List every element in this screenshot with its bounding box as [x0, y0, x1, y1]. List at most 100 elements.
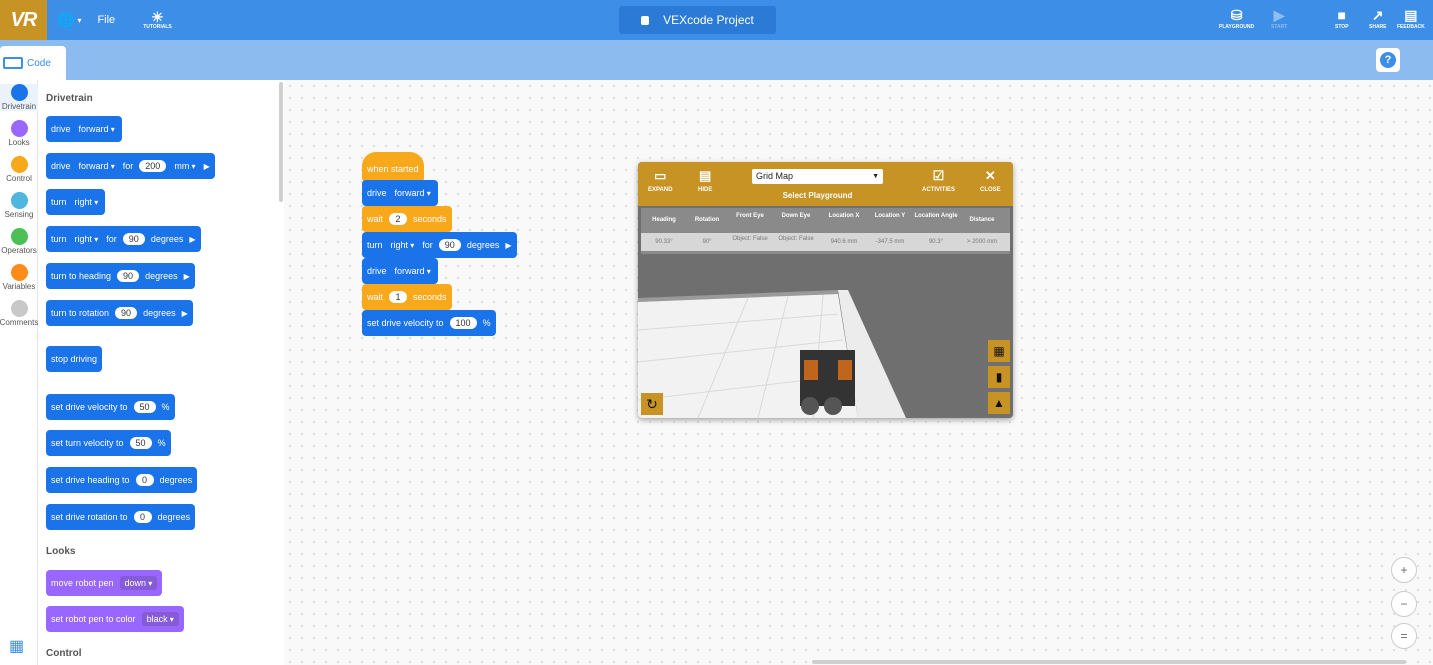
category-sensing[interactable]: Sensing: [0, 192, 38, 219]
block-text: for: [122, 161, 134, 171]
playground-select-value: Grid Map: [756, 171, 794, 181]
play-icon: ▶: [1273, 7, 1285, 23]
category-looks[interactable]: Looks: [0, 120, 38, 147]
value-distance: > 2000 mm: [966, 239, 998, 245]
block-turn-to-heading[interactable]: turn to heading 90 degrees ▶: [46, 263, 195, 289]
script-block-drive[interactable]: drive forward: [362, 180, 438, 206]
block-set-drive-velocity[interactable]: set drive velocity to 50 %: [46, 394, 175, 420]
block-set-drive-heading[interactable]: set drive heading to 0 degrees: [46, 467, 198, 493]
share-label: SHARE: [1369, 24, 1387, 30]
block-set-turn-velocity[interactable]: set turn velocity to 50 %: [46, 430, 171, 456]
header-front-eye: Front Eye: [736, 213, 764, 219]
feedback-button[interactable]: ▤ FEEDBACK: [1397, 6, 1425, 30]
driver-view-icon: ▮: [995, 370, 1003, 384]
script-block-wait-2[interactable]: wait 1 seconds: [362, 284, 452, 310]
3d-scene-view[interactable]: [638, 290, 1013, 418]
stop-button[interactable]: ■ STOP: [1335, 6, 1349, 30]
activities-icon: ☑: [932, 168, 945, 183]
wait-seconds-input[interactable]: 2: [389, 213, 408, 225]
language-menu[interactable]: 🌐 ▾: [57, 12, 81, 29]
zoom-reset-button[interactable]: =: [1391, 623, 1417, 649]
playground-select[interactable]: Grid Map ▼: [752, 169, 883, 184]
block-stop-driving[interactable]: stop driving: [46, 346, 103, 372]
direction-dropdown[interactable]: forward: [77, 124, 117, 134]
direction-dropdown[interactable]: forward: [393, 266, 433, 276]
category-comments[interactable]: Comments: [0, 300, 38, 327]
script-block-wait[interactable]: wait 2 seconds: [362, 206, 452, 232]
block-text: drive: [367, 188, 387, 198]
block-text: seconds: [413, 292, 447, 302]
block-turn[interactable]: turn right: [46, 189, 106, 215]
block-drive[interactable]: drive forward: [46, 116, 122, 142]
velocity-input[interactable]: 50: [133, 401, 156, 413]
block-turn-to-rotation[interactable]: turn to rotation 90 degrees ▶: [46, 300, 193, 326]
comments-dot-icon: [10, 300, 28, 317]
block-when-started[interactable]: when started: [362, 152, 424, 182]
script-block-drive-2[interactable]: drive forward: [362, 258, 438, 284]
top-view-button[interactable]: ▦: [988, 340, 1010, 362]
tutorials-button[interactable]: ☀ TUTORIALS: [143, 10, 172, 30]
block-text: set drive velocity to: [51, 402, 128, 412]
direction-dropdown[interactable]: forward: [77, 161, 117, 171]
heading-input[interactable]: 90: [117, 270, 140, 282]
pen-color-dropdown[interactable]: black: [141, 612, 179, 626]
driver-view-button[interactable]: ▮: [988, 366, 1010, 388]
category-variables[interactable]: Variables: [0, 264, 38, 291]
close-button[interactable]: ✕ CLOSE: [980, 169, 1001, 194]
category-operators[interactable]: Operators: [0, 228, 38, 255]
project-title: VEXcode Project: [663, 13, 754, 27]
tab-code-label: Code: [27, 57, 51, 69]
extensions-icon[interactable]: ▦: [9, 636, 29, 655]
block-drive-for[interactable]: drive forward for 200 mm ▶: [46, 153, 215, 179]
distance-input[interactable]: 200: [139, 160, 167, 172]
category-drivetrain[interactable]: Drivetrain: [0, 84, 38, 111]
block-move-robot-pen[interactable]: move robot pen down: [46, 570, 163, 596]
angle-input[interactable]: 90: [438, 239, 461, 251]
share-button[interactable]: ↗ SHARE: [1369, 6, 1387, 30]
heading-value-input[interactable]: 0: [135, 474, 154, 486]
workspace-scrollbar[interactable]: [812, 660, 1406, 664]
block-text: drive: [51, 124, 71, 134]
start-button[interactable]: ▶ START: [1271, 6, 1287, 30]
block-turn-for[interactable]: turn right for 90 degrees ▶: [46, 226, 201, 252]
wait-seconds-input[interactable]: 1: [389, 291, 408, 303]
robot-wheel: [801, 397, 819, 415]
category-control[interactable]: Control: [0, 156, 38, 183]
activities-button[interactable]: ☑ ACTIVITIES: [922, 168, 955, 194]
help-icon: ?: [1380, 52, 1396, 68]
zoom-out-button[interactable]: −: [1391, 591, 1417, 617]
block-text: set turn velocity to: [51, 438, 124, 448]
playground-header: ▭ EXPAND ▤ HIDE Grid Map ▼ Select Playgr…: [638, 162, 1013, 206]
block-set-drive-rotation[interactable]: set drive rotation to 0 degrees: [46, 504, 196, 530]
turn-velocity-input[interactable]: 50: [129, 437, 152, 449]
follow-view-button[interactable]: ▲: [988, 392, 1010, 414]
playground-button[interactable]: ⛁ PLAYGROUND: [1219, 6, 1254, 30]
tab-code[interactable]: Code: [0, 46, 66, 80]
direction-dropdown[interactable]: forward: [393, 188, 433, 198]
turn-direction-dropdown[interactable]: right: [73, 234, 101, 244]
project-title-field[interactable]: VEXcode Project: [619, 6, 776, 34]
pen-position-dropdown[interactable]: down: [119, 576, 158, 590]
unit-dropdown[interactable]: mm: [172, 161, 197, 171]
help-button[interactable]: ?: [1376, 48, 1400, 72]
hide-button[interactable]: ▤ HIDE: [698, 169, 712, 194]
block-text: set drive velocity to: [367, 318, 444, 328]
script-block-turn-for[interactable]: turn right for 90 degrees ▶: [362, 232, 517, 258]
rotation-value-input[interactable]: 0: [133, 511, 152, 523]
turn-direction-dropdown[interactable]: right: [73, 197, 101, 207]
file-menu[interactable]: File: [97, 14, 115, 26]
rotation-input[interactable]: 90: [115, 307, 138, 319]
script-block-set-drive-velocity[interactable]: set drive velocity to 100 %: [362, 310, 496, 336]
turn-direction-dropdown[interactable]: right: [389, 240, 417, 250]
category-label: Operators: [1, 246, 37, 255]
palette-scrollbar[interactable]: [279, 82, 283, 202]
block-set-pen-color[interactable]: set robot pen to color black: [46, 606, 184, 632]
value-heading: 90.33°: [655, 239, 673, 245]
expand-button[interactable]: ▭ EXPAND: [648, 169, 673, 194]
velocity-input[interactable]: 100: [449, 317, 477, 329]
zoom-in-button[interactable]: +: [1391, 557, 1417, 583]
angle-input[interactable]: 90: [122, 233, 145, 245]
block-text: drive: [51, 161, 71, 171]
reset-button[interactable]: ↻: [641, 393, 663, 415]
header-location-angle: Location Angle: [914, 213, 958, 219]
